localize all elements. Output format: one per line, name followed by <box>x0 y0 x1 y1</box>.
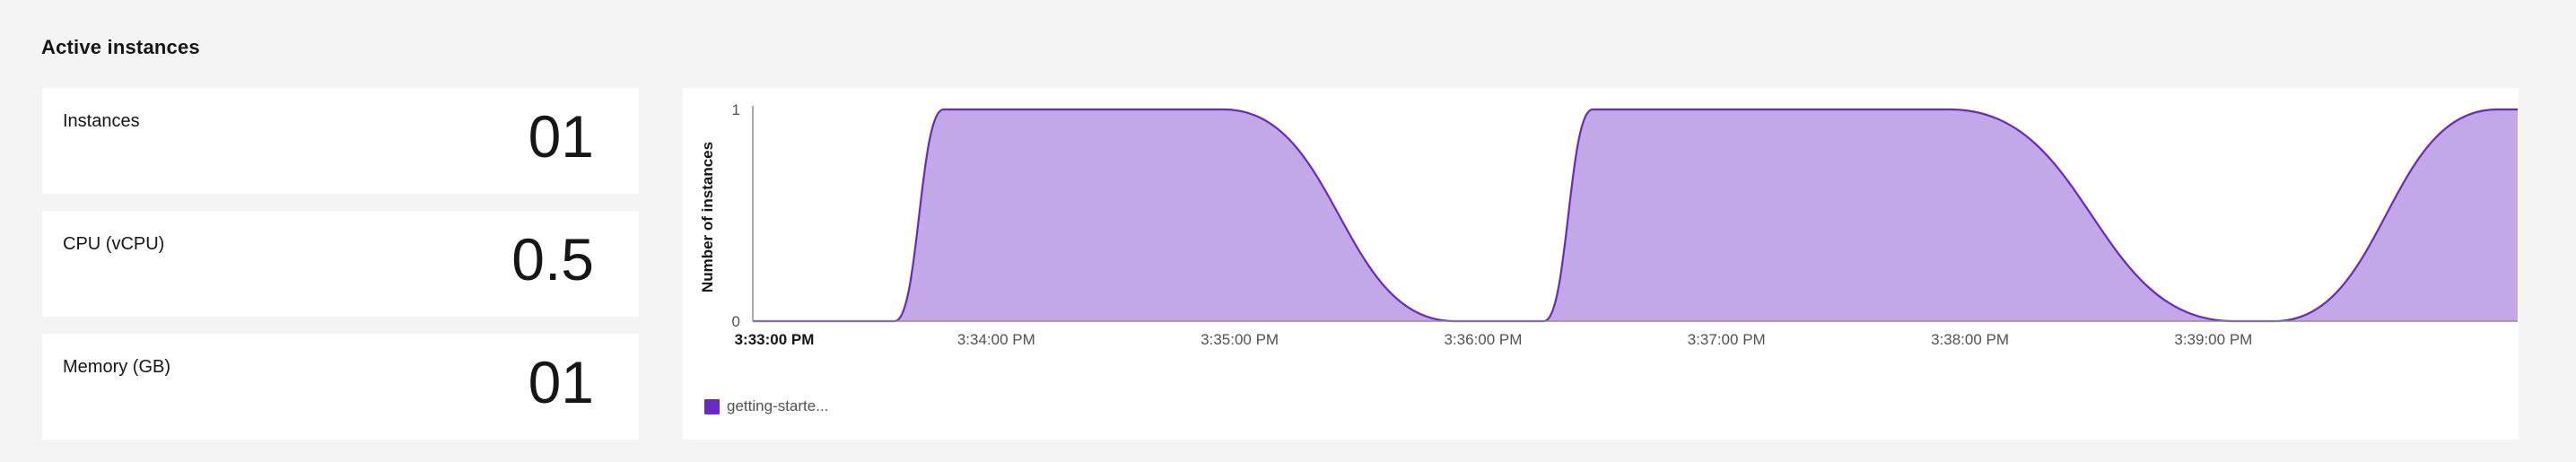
y-tick-label: 0 <box>732 313 740 330</box>
x-tick-label: 3:35:00 PM <box>1201 331 1279 348</box>
memory-tile: Memory (GB) 01 <box>42 334 639 440</box>
x-tick-label: 3:36:00 PM <box>1444 331 1522 348</box>
x-tick-label: 3:33:00 PM <box>735 331 815 348</box>
instances-value: 01 <box>528 103 594 170</box>
area-chart: Number of instances 0 1 3:33:00 PM 3:34:00… <box>699 101 2518 348</box>
instances-label: Instances <box>63 111 140 131</box>
x-tick-label: 3:38:00 PM <box>1931 331 2009 348</box>
y-tick-label: 1 <box>732 101 740 118</box>
x-tick-label: 3:34:00 PM <box>957 331 1035 348</box>
section-title: Active instances <box>41 36 200 58</box>
x-tick-label: 3:37:00 PM <box>1688 331 1766 348</box>
legend-label: getting-starte... <box>727 397 829 414</box>
cpu-value: 0.5 <box>511 226 594 292</box>
chart-legend[interactable]: getting-starte... <box>704 397 828 415</box>
legend-swatch <box>704 398 720 414</box>
memory-value: 01 <box>528 349 594 415</box>
memory-label: Memory (GB) <box>63 357 170 377</box>
y-axis-label: Number of instances <box>699 142 716 292</box>
x-tick-label: 3:39:00 PM <box>2174 331 2252 348</box>
instances-tile: Instances 01 <box>42 88 639 194</box>
cpu-label: CPU (vCPU) <box>63 234 165 254</box>
series-area[interactable] <box>753 109 2518 321</box>
cpu-tile: CPU (vCPU) 0.5 <box>42 211 639 317</box>
active-instances-chart: Number of instances 0 1 3:33:00 PM 3:34:00… <box>683 88 2519 440</box>
